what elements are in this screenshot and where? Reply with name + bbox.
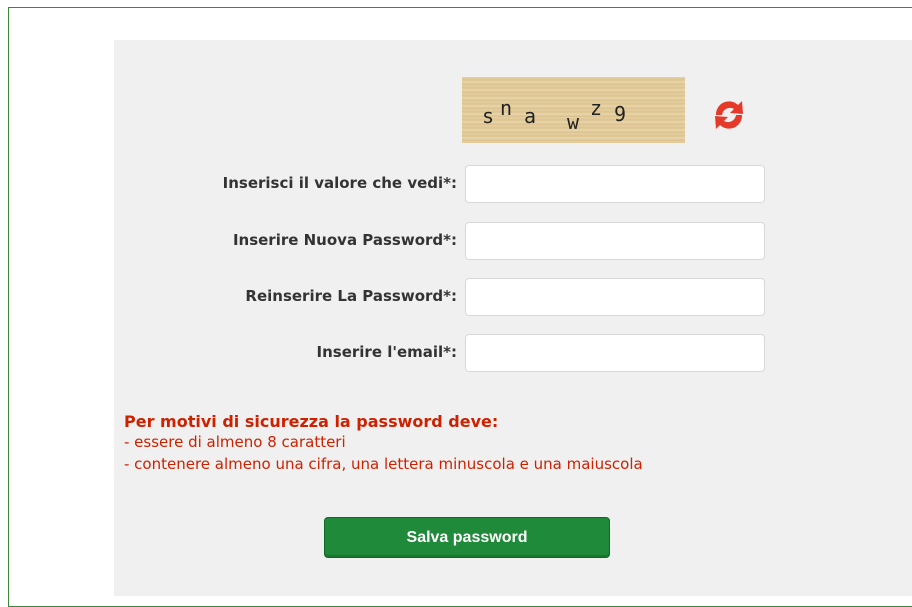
new-password-label: Inserire Nuova Password*:: [232, 231, 457, 249]
refresh-captcha-button[interactable]: [710, 95, 748, 135]
captcha-char: n: [500, 96, 513, 120]
save-password-button[interactable]: Salva password: [324, 517, 610, 558]
captcha-char: 9: [614, 102, 627, 126]
captcha-input[interactable]: [465, 165, 765, 203]
email-input[interactable]: [465, 334, 765, 372]
password-rule: - contenere almeno una cifra, una letter…: [124, 455, 643, 473]
captcha-char: s: [482, 104, 495, 128]
captcha-char: z: [590, 96, 603, 120]
email-label: Inserire l'email*:: [316, 343, 457, 361]
captcha-label: Inserisci il valore che vedi*:: [222, 174, 457, 192]
repeat-password-input[interactable]: [465, 278, 765, 316]
captcha-image: s n a w z 9: [462, 77, 685, 143]
repeat-password-label: Reinserire La Password*:: [245, 287, 457, 305]
new-password-input[interactable]: [465, 222, 765, 260]
captcha-char: a: [524, 104, 537, 128]
captcha-char: w: [567, 110, 580, 134]
refresh-icon: [715, 101, 743, 129]
password-rule: - essere di almeno 8 caratteri: [124, 433, 346, 451]
password-rules-title: Per motivi di sicurezza la password deve…: [124, 412, 499, 431]
